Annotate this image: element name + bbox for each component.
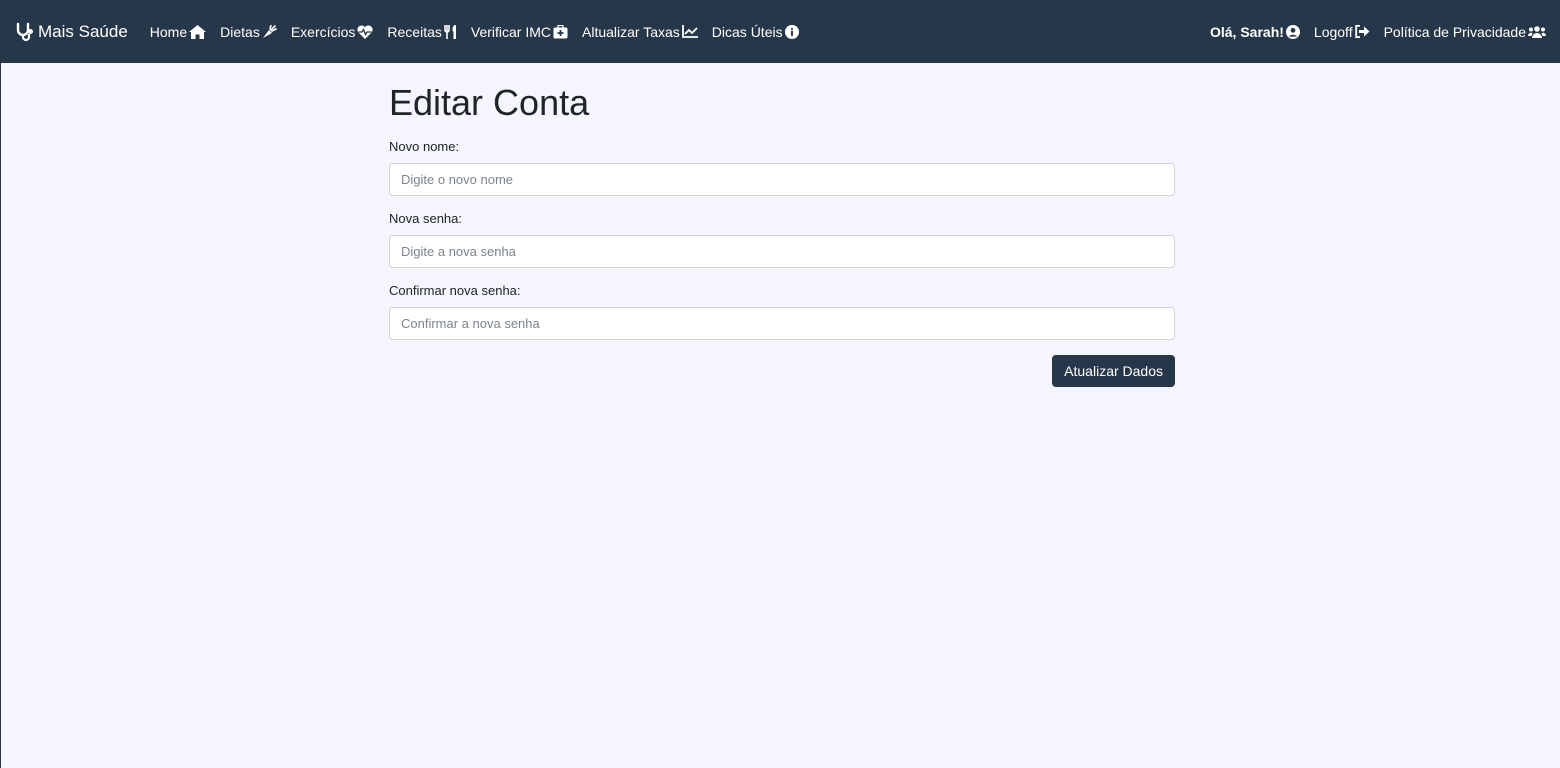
nav-left-group: Home Dietas Exercícios Receitas Verifica…: [150, 24, 813, 40]
page-title: Editar Conta: [389, 82, 590, 123]
confirm-password-input[interactable]: [389, 307, 1175, 340]
new-name-input[interactable]: [389, 163, 1175, 196]
nav-item-user-greeting[interactable]: Olá, Sarah!: [1210, 24, 1300, 40]
new-name-label: Novo nome:: [389, 139, 460, 154]
nav-item-label: Receitas: [387, 23, 442, 40]
confirm-password-label: Confirmar nova senha:: [389, 283, 521, 298]
info-circle-icon: [784, 24, 799, 39]
home-icon: [189, 24, 207, 39]
nav-item-politica-privacidade[interactable]: Política de Privacidade: [1384, 24, 1546, 40]
nav-item-label: Exercícios: [290, 23, 356, 40]
new-name-group: Novo nome:: [389, 139, 1175, 196]
medkit-icon: [553, 24, 568, 38]
sign-out-icon: [1354, 25, 1370, 38]
nav-item-dicas-uteis[interactable]: Dicas Úteis: [712, 24, 799, 40]
nav-item-home[interactable]: Home: [149, 23, 207, 40]
utensils-icon: [444, 24, 456, 39]
nav-right-group: Olá, Sarah! Logoff Política de Privacida…: [1196, 24, 1546, 40]
nav-item-label: Política de Privacidade: [1383, 23, 1526, 40]
update-data-button[interactable]: Atualizar Dados: [1052, 355, 1175, 387]
nav-item-atualizar-taxas[interactable]: Altualizar Taxas: [582, 24, 698, 40]
carrot-icon: [262, 24, 277, 38]
nav-item-label: Dicas Úteis: [711, 23, 783, 40]
heartbeat-icon: [357, 24, 374, 39]
user-circle-icon: [1285, 24, 1300, 39]
new-password-label: Nova senha:: [389, 211, 462, 226]
stethoscope-icon: [16, 22, 33, 41]
nav-item-label: Dietas: [220, 23, 260, 40]
edit-account-form: Editar Conta Novo nome: Nova senha: Conf…: [389, 63, 1175, 387]
new-password-group: Nova senha:: [389, 211, 1175, 268]
new-password-input[interactable]: [389, 235, 1175, 268]
nav-item-exercicios[interactable]: Exercícios: [291, 24, 374, 40]
nav-item-label: Altualizar Taxas: [582, 23, 680, 40]
nav-item-dietas[interactable]: Dietas: [220, 24, 277, 40]
chart-line-icon: [681, 25, 698, 38]
confirm-password-group: Confirmar nova senha:: [389, 283, 1175, 340]
page: Mais Saúde Home Dietas Exercícios Receit…: [0, 0, 1560, 768]
nav-item-label: Logoff: [1313, 23, 1353, 40]
button-row: Atualizar Dados: [389, 355, 1175, 387]
user-greeting-label: Olá, Sarah!: [1209, 23, 1284, 40]
top-navbar: Mais Saúde Home Dietas Exercícios Receit…: [1, 0, 1560, 63]
users-icon: [1528, 26, 1546, 38]
brand-label: Mais Saúde: [38, 21, 128, 41]
nav-item-verificar-imc[interactable]: Verificar IMC: [471, 24, 568, 40]
nav-item-label: Home: [149, 23, 188, 40]
nav-item-label: Verificar IMC: [470, 23, 551, 40]
nav-item-receitas[interactable]: Receitas: [387, 24, 456, 40]
nav-item-logoff[interactable]: Logoff: [1314, 24, 1370, 40]
brand-link[interactable]: Mais Saúde: [15, 22, 128, 42]
